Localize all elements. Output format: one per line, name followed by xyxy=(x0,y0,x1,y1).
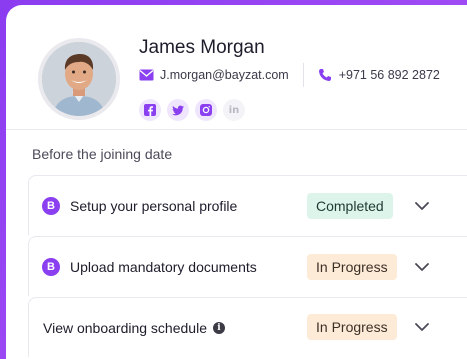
bayzat-icon: B xyxy=(42,196,60,215)
facebook-icon[interactable] xyxy=(139,99,161,121)
social-links: in xyxy=(139,99,245,121)
status-badge: In Progress xyxy=(307,254,397,280)
onboarding-card: James Morgan J.morgan@bayzat.com +971 56… xyxy=(6,5,467,359)
section-title: Before the joining date xyxy=(32,146,173,162)
info-icon[interactable]: i xyxy=(212,321,225,334)
status-badge: In Progress xyxy=(307,314,397,340)
avatar xyxy=(42,42,116,116)
mail-icon xyxy=(139,68,154,83)
chevron-down-icon[interactable] xyxy=(413,197,431,215)
profile-name: James Morgan xyxy=(139,37,265,58)
twitter-icon[interactable] xyxy=(167,99,189,121)
contact-divider xyxy=(302,63,304,87)
chevron-down-icon[interactable] xyxy=(413,258,431,276)
profile-email[interactable]: J.morgan@bayzat.com xyxy=(160,68,289,82)
status-badge: Completed xyxy=(307,193,393,219)
profile-divider xyxy=(6,129,467,130)
task-row-upload-documents[interactable]: B Upload mandatory documents In Progress xyxy=(28,236,467,296)
chevron-down-icon[interactable] xyxy=(413,318,431,336)
profile-header: James Morgan J.morgan@bayzat.com +971 56… xyxy=(6,5,467,130)
task-label: Setup your personal profile xyxy=(70,197,238,214)
task-row-view-schedule[interactable]: View onboarding schedule i In Progress xyxy=(28,297,467,357)
instagram-icon[interactable] xyxy=(195,99,217,121)
phone-icon xyxy=(318,68,333,83)
task-label: Upload mandatory documents xyxy=(70,258,257,275)
linkedin-icon[interactable]: in xyxy=(223,99,245,121)
bayzat-icon: B xyxy=(42,257,60,276)
avatar-portrait xyxy=(42,42,116,116)
task-row-setup-profile[interactable]: B Setup your personal profile Completed xyxy=(28,175,467,235)
avatar-ring xyxy=(38,38,120,120)
task-label: View onboarding schedule xyxy=(43,319,207,336)
contact-row: J.morgan@bayzat.com +971 56 892 2872 xyxy=(139,63,440,87)
profile-phone[interactable]: +971 56 892 2872 xyxy=(339,68,440,82)
